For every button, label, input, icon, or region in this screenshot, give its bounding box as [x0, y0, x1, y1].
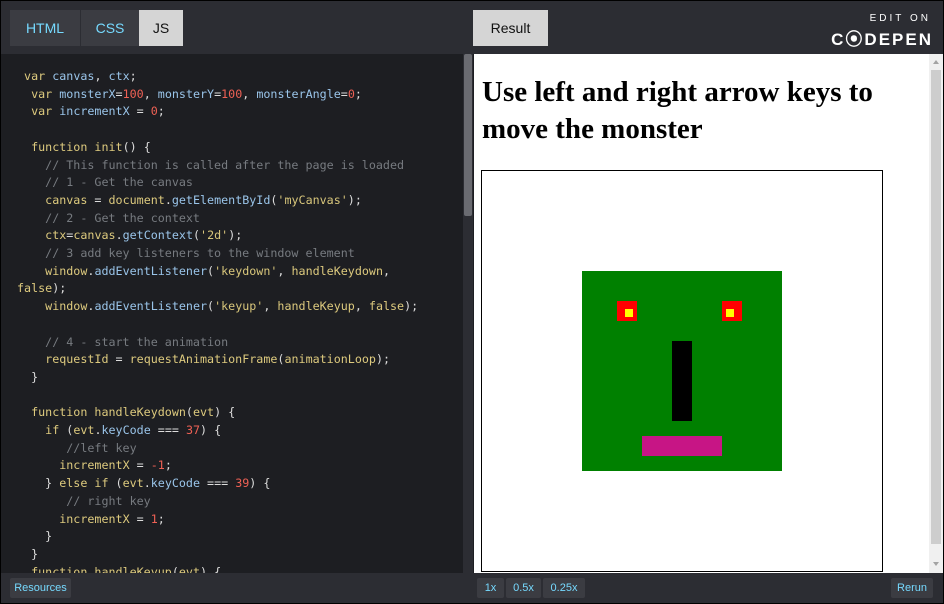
tab-css[interactable]: CSS	[81, 10, 139, 46]
editor-scrollbar[interactable]	[463, 54, 473, 573]
scroll-down-arrow-icon[interactable]	[933, 562, 939, 566]
codepen-logo[interactable]: C⦿DEPEN	[831, 25, 933, 50]
monster-mouth	[642, 436, 722, 456]
codepen-embed: HTML CSS JS var canvas, ctx; var monster…	[0, 0, 944, 604]
result-preview: Use left and right arrow keys to move th…	[474, 54, 943, 573]
preview-scrollbar-thumb[interactable]	[931, 70, 941, 544]
edit-on-label[interactable]: EDIT ON	[839, 13, 931, 24]
monster-nose	[672, 341, 692, 421]
tab-result[interactable]: Result	[473, 10, 548, 46]
rerun-button[interactable]: Rerun	[891, 578, 933, 598]
zoom-025x-button[interactable]: 0.25x	[543, 578, 585, 598]
editor-pane: HTML CSS JS var canvas, ctx; var monster…	[1, 1, 473, 573]
page-heading: Use left and right arrow keys to move th…	[482, 76, 873, 145]
monster-drawing	[582, 271, 782, 471]
zoom-05x-button[interactable]: 0.5x	[506, 578, 541, 598]
monster-canvas[interactable]	[481, 170, 883, 572]
editor-scrollbar-thumb[interactable]	[464, 54, 472, 216]
resources-button[interactable]: Resources	[10, 578, 71, 598]
result-header: Result EDIT ON C⦿DEPEN	[473, 1, 943, 54]
zoom-1x-button[interactable]: 1x	[477, 578, 504, 598]
editor-tabbar: HTML CSS JS	[1, 1, 473, 54]
bottom-bar: Resources 1x 0.5x 0.25x Rerun	[1, 573, 943, 603]
js-code: var canvas, ctx; var monsterX=100, monst…	[17, 69, 419, 573]
tab-html[interactable]: HTML	[10, 10, 81, 46]
preview-scrollbar[interactable]	[929, 54, 943, 573]
tab-js[interactable]: JS	[139, 10, 183, 46]
monster-right-pupil	[726, 309, 734, 317]
scroll-up-arrow-icon[interactable]	[933, 60, 939, 64]
code-editor[interactable]: var canvas, ctx; var monsterX=100, monst…	[1, 54, 463, 573]
monster-left-pupil	[625, 309, 633, 317]
